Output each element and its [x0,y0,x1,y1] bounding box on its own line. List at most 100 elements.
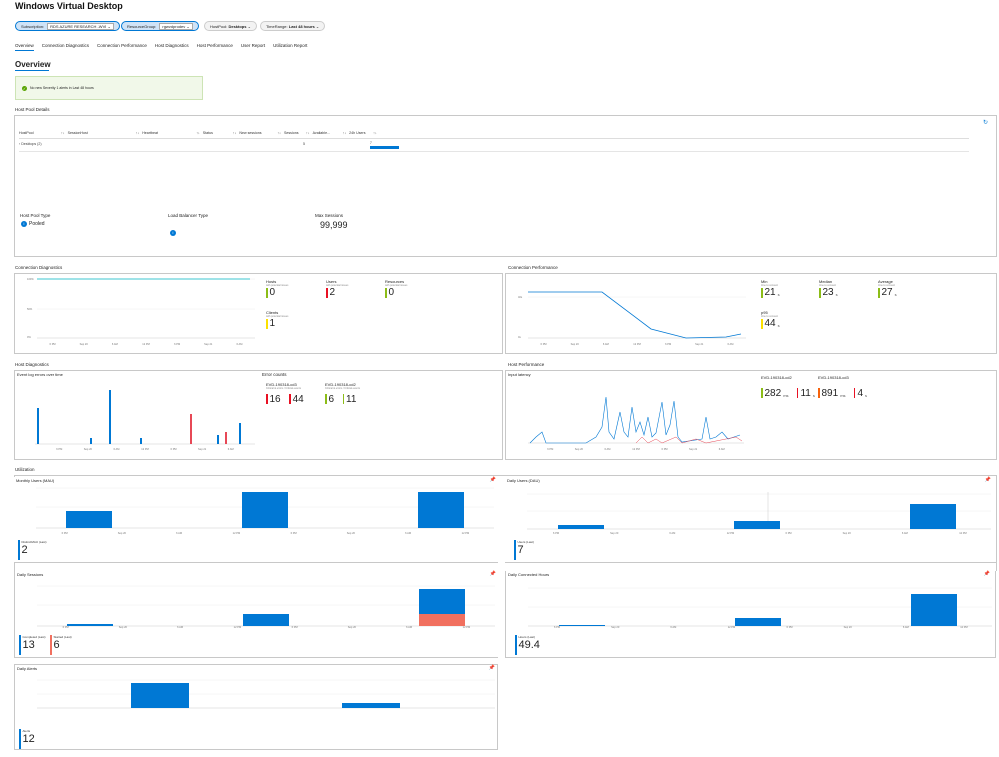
table-row[interactable]: › Desktops (2) [19,142,42,146]
status-bar [878,287,880,298]
x-tick: 12 PM [462,531,470,535]
col-sessionhost[interactable]: SessionHost [68,131,134,135]
kpi-mau[interactable]: DistinctMAU (Last) 2 [18,540,47,560]
x-tick: 6 AM [902,531,908,535]
col-sessions[interactable]: Sessions [284,131,304,135]
x-tick: 6 PM [786,531,792,535]
kpi-resources[interactable]: Resources with potential issues 0 [385,279,407,298]
resourcegroup-filter[interactable]: ResourceGroup: rgwvdprodev ⌄ [121,21,199,31]
host-error-card[interactable]: EVD-190318-cd2 Critical & errors / Criti… [325,382,360,408]
tile-title: Daily Users (DAU) [507,478,540,483]
x-axis: 6 PM Sep 20 6 AM 12 PM 6 PM Sep 20 6 AM 12 PM [553,531,967,535]
pin-icon[interactable]: 📌 [985,477,991,483]
sort-icon[interactable]: ↑↓ [196,131,200,135]
kpi-hours[interactable]: Hours (Last) 49.4 [515,635,540,655]
tab-utilization-report[interactable]: Utilization Report [273,43,307,51]
kpi-dau[interactable]: Users (Last) 7 [514,540,534,560]
kpi-unit: ms [783,392,789,398]
kpi-average[interactable]: Average time to connect 27 s [878,279,897,298]
x-tick: 6 AM [727,342,733,346]
tab-connection-performance[interactable]: Connection Performance [97,43,147,51]
x-axis: 6 PM Sep 20 6 AM 12 PM 6 PM Sep 21 6 AM [541,342,734,346]
tab-host-diagnostics[interactable]: Host Diagnostics [155,43,189,51]
host-diag-chart: 6 PM Sep 20 6 AM 12 PM 6 PM Sep 21 6 AM [35,390,255,451]
col-new-sessions[interactable]: New sessions [239,131,275,135]
kpi-users[interactable]: Users with potential issues 2 [326,279,348,298]
kpi-value: 6 [53,639,60,651]
host-error-card[interactable]: EVD-190318-cd3 Critical & errors / Criti… [266,382,304,408]
kpi-value: 0 [269,287,276,298]
page-title: Overview [15,60,51,69]
host-perf-section-title: Host Performance [508,362,545,367]
x-tick: 12 PM [632,447,640,451]
x-tick: 12 PM [727,531,735,535]
refresh-icon[interactable]: ↻ [983,119,988,126]
bar [190,414,192,444]
x-tick: Sep 20 [611,625,620,629]
sort-icon[interactable]: ↑↓ [306,131,310,135]
conn-perf-panel: 40s 0s 6 PM Sep 20 6 AM 12 PM 6 PM Sep 21 6 AM… [505,273,997,354]
pin-icon[interactable]: 📌 [490,477,496,483]
kpi-value: 11 [346,393,357,405]
tab-host-performance[interactable]: Host Performance [197,43,233,51]
pin-icon[interactable]: 📌 [984,571,990,577]
bar [140,438,142,444]
x-tick: 6 PM [56,447,62,451]
host-perf-card[interactable]: EVD-190318-cd3 891 ms 4s [818,375,867,402]
sort-icon[interactable]: ↑↓ [61,131,65,135]
hostpool-section-title: Host Pool Details [15,107,50,112]
kpi-value: 23 [822,287,834,298]
dau-tile: Daily Users (DAU) 📌 6 PM Sep 20 6 AM 12 PM 6… [505,477,996,563]
x-tick: Sep 21 [198,447,207,451]
kpi-value: 2 [21,544,28,556]
col-heartbeat[interactable]: Heartbeat [142,131,194,135]
sessions-tile: Daily Sessions 📌 6 PM Sep 20 6 AM 12 PM 6 PM… [14,571,498,658]
host-perf-panel: Input latency 6 PM Sep 20 6 AM 12 PM 6 PM Sep… [505,370,997,460]
sort-icon[interactable]: ↑↓ [343,131,347,135]
kpi-value: 13 [22,639,35,651]
kpi-clients[interactable]: Clients with potential issues 1 [266,310,288,329]
kpi-p95[interactable]: p95 time to connect 44 s [761,310,780,329]
bar [67,624,113,626]
col-24h-users[interactable]: 24h Users [349,131,371,135]
kpi-started[interactable]: Started (Last) 6 [50,635,72,655]
sort-icon[interactable]: ↑↓ [277,131,281,135]
kpi-alerts[interactable]: Alerts 12 [19,729,35,749]
host-diag-panel: Event log errors over time 6 PM Sep 20 6 A… [14,370,503,460]
x-tick: 6 AM [406,625,412,629]
bar [225,432,227,444]
sort-icon[interactable]: ↑↓ [136,131,140,135]
host-diag-section-title: Host Diagnostics [15,362,49,367]
kpi-completed[interactable]: Completed (Last) 13 [19,635,46,655]
users-bar [370,146,399,149]
hostpool-filter[interactable]: HostPool: Desktops ⌄ [204,21,257,31]
kpi-value: 2 [329,287,336,298]
kpi-unit: s [894,292,897,297]
tab-overview[interactable]: Overview [15,43,34,51]
host-perf-card[interactable]: EVD-190318-cd2 282 ms 11 s [761,375,815,402]
kpi-hosts[interactable]: Hosts with potential issues 0 [266,279,288,298]
pin-icon[interactable]: 📌 [490,571,496,577]
bar [66,511,112,528]
series-line [528,291,742,339]
tab-user-report[interactable]: User Report [241,43,265,51]
timerange-filter[interactable]: TimeRange: Last 48 hours ⌄ [260,21,326,31]
x-tick: 6 PM [171,447,177,451]
col-hostpool[interactable]: HostPool [19,131,59,135]
tab-bar: Overview Connection Diagnostics Connecti… [15,43,307,51]
col-status[interactable]: Status [203,131,231,135]
bar [734,521,780,529]
kpi-value: 282 [764,387,782,399]
conn-perf-section-title: Connection Performance [508,265,558,270]
sort-icon[interactable]: ↑↓ [373,131,377,135]
x-tick: 6 AM [604,447,610,451]
row-divider [19,151,969,152]
x-axis: 6 PM Sep 20 6 AM 12 PM 6 PM Sep 21 6 AM [56,447,233,451]
pin-icon[interactable]: 📌 [489,665,495,671]
col-available[interactable]: Available... [313,131,341,135]
subscription-filter[interactable]: Subscription: RDS AZURE RESEARCH -WVI ⌄ [15,21,120,31]
kpi-min[interactable]: Min time to connect 21 s [761,279,780,298]
kpi-median[interactable]: Median time to connect 23 s [819,279,838,298]
sort-icon[interactable]: ↑↓ [233,131,237,135]
tab-connection-diagnostics[interactable]: Connection Diagnostics [42,43,89,51]
